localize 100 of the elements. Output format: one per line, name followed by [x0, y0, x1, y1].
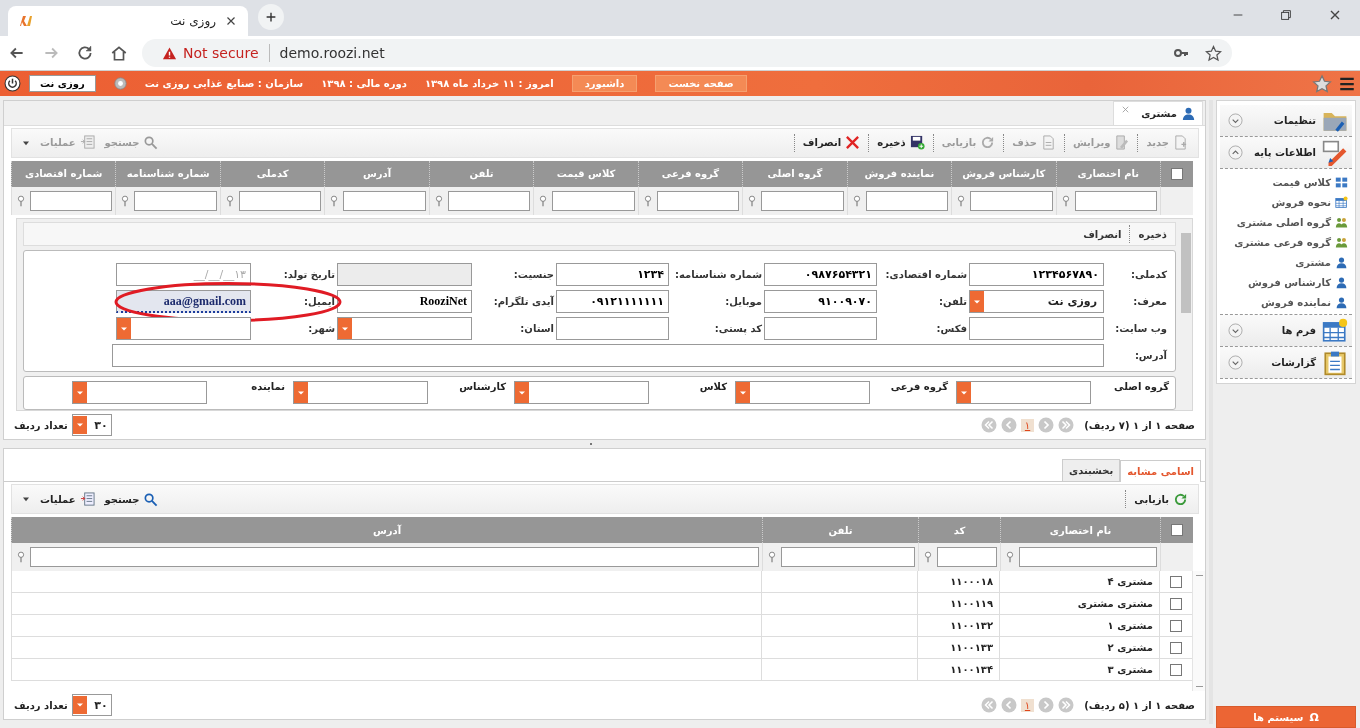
tab-label: مشتری	[1141, 107, 1177, 119]
menu-item[interactable]: کلاس قیمت	[1224, 172, 1348, 192]
user-button[interactable]: روزی نت	[29, 75, 96, 92]
address-field[interactable]	[112, 344, 1104, 368]
toolbar-button[interactable]: عملیات	[38, 491, 97, 507]
row-checkbox[interactable]	[1170, 663, 1182, 676]
address-field[interactable]: Not secure demo.roozi.net	[142, 39, 1232, 67]
field-label: معرف:	[1132, 296, 1168, 308]
info-text: امروز : ۱۱ خرداد ماه ۱۳۹۸	[424, 78, 554, 89]
row-checkbox[interactable]	[1170, 641, 1182, 654]
chevron-up-icon[interactable]	[1228, 145, 1243, 160]
chevron-down-icon[interactable]	[1228, 113, 1243, 128]
row-checkbox[interactable]	[1170, 597, 1182, 610]
filter-field[interactable]	[1074, 190, 1157, 211]
previous-page-button[interactable]	[1000, 417, 1017, 434]
input-field[interactable]	[556, 317, 669, 341]
power-icon[interactable]	[4, 75, 21, 92]
field-label: موبایل:	[724, 296, 763, 308]
button-label: سیستم ها	[1253, 711, 1304, 723]
chevron-down-icon[interactable]	[1228, 355, 1243, 370]
reload-icon[interactable]	[76, 44, 94, 62]
browser-tab[interactable]: روزی نت	[8, 6, 248, 36]
filter-field[interactable]	[343, 190, 426, 211]
filter-icon[interactable]	[922, 551, 934, 563]
select-field[interactable]	[337, 317, 472, 341]
first-page-button[interactable]	[980, 697, 997, 713]
input-field[interactable]	[969, 317, 1104, 341]
tab[interactable]: مشتری	[1113, 101, 1203, 125]
input-field[interactable]: ۱۲۳۴۵۶۷۸۹۰	[969, 263, 1104, 287]
filter-icon[interactable]	[15, 551, 27, 563]
select-all-checkbox[interactable]	[1171, 524, 1183, 536]
select-field[interactable]	[514, 381, 649, 405]
filter-icon[interactable]	[15, 194, 27, 207]
menu-item[interactable]: کارشناس فروش	[1224, 272, 1348, 292]
filter-field[interactable]	[656, 190, 740, 211]
select-field[interactable]	[72, 381, 207, 405]
row-checkbox[interactable]	[1170, 619, 1182, 632]
previous-page-button[interactable]	[1000, 697, 1017, 713]
last-page-button[interactable]	[1058, 417, 1075, 434]
filter-field[interactable]	[937, 547, 997, 567]
filter-field[interactable]	[238, 190, 322, 211]
toolbar-button[interactable]: بازیابی	[1132, 491, 1190, 507]
menu-section[interactable]: گزارشات	[1220, 347, 1352, 379]
select-all-checkbox[interactable]	[1171, 167, 1183, 180]
select-field[interactable]	[116, 317, 251, 341]
star-icon[interactable]	[1312, 73, 1332, 94]
filter-field[interactable]	[30, 547, 759, 567]
select-field[interactable]: روزی نت	[969, 290, 1104, 314]
filter-field[interactable]	[865, 190, 949, 211]
next-page-button[interactable]	[1038, 417, 1055, 434]
select-field[interactable]	[956, 381, 1091, 405]
toolbar-button[interactable]: انصراف	[800, 135, 863, 151]
last-page-button[interactable]	[1058, 697, 1075, 713]
action-button[interactable]: ذخیره	[1138, 228, 1167, 240]
filter-field[interactable]	[447, 190, 531, 211]
input-field[interactable]: RooziNet	[337, 290, 472, 314]
toolbar-button[interactable]: جستجو	[102, 491, 161, 507]
filter-field[interactable]	[970, 190, 1053, 211]
menu-item[interactable]: نحوه فروش	[1224, 192, 1348, 212]
action-button[interactable]: انصراف	[1083, 228, 1122, 240]
first-page-button[interactable]	[980, 417, 997, 434]
page-size-select[interactable]: ۳۰	[71, 694, 112, 716]
select-field[interactable]	[735, 381, 870, 405]
input-field[interactable]: ۰۹۸۷۶۵۴۳۲۱	[764, 263, 877, 287]
menu-section[interactable]: تنظیمات	[1220, 105, 1352, 137]
menu-section[interactable]: فرم ها	[1220, 315, 1352, 347]
row-checkbox[interactable]	[1170, 575, 1182, 588]
toolbar-button[interactable]: ذخیره	[875, 135, 927, 151]
new-tab-button[interactable]	[258, 3, 284, 30]
restore-icon[interactable]	[1279, 8, 1293, 22]
star-icon[interactable]	[1205, 44, 1222, 62]
input-field[interactable]	[764, 317, 877, 341]
filter-field[interactable]	[552, 190, 635, 211]
filter-field[interactable]	[134, 190, 217, 211]
menu-item[interactable]: گروه فرعی مشتری	[1224, 232, 1348, 252]
field-label: کد پستی:	[713, 323, 763, 335]
menu-item[interactable]: نماینده فروش	[1224, 292, 1348, 312]
tab[interactable]: بخشبندی	[1062, 459, 1121, 481]
menu-section[interactable]: اطلاعات پایه	[1220, 137, 1352, 169]
select-field[interactable]	[293, 381, 428, 405]
input-field[interactable]: aaa@gmail.com	[116, 290, 251, 314]
input-field[interactable]: ۱۳__/__/__	[116, 263, 251, 287]
page-size-select[interactable]: ۳۰	[71, 414, 112, 437]
filter-icon[interactable]	[766, 551, 778, 563]
next-page-button[interactable]	[1038, 697, 1055, 713]
filter-field[interactable]	[781, 547, 915, 567]
home-icon[interactable]	[110, 44, 128, 62]
input-field[interactable]: ۹۱۰۰۹۰۷۰	[764, 290, 877, 314]
scrollbar[interactable]	[1192, 571, 1205, 691]
input-field[interactable]: ۱۲۳۴	[556, 263, 669, 287]
circle-icon[interactable]	[113, 77, 127, 90]
input-field[interactable]: ۰۹۱۲۱۱۱۱۱۱۱	[556, 290, 669, 314]
chevron-down-icon[interactable]	[1228, 323, 1243, 338]
filter-field[interactable]	[761, 190, 844, 211]
filter-icon[interactable]	[1004, 551, 1016, 563]
menu-item[interactable]: مشتری	[1224, 252, 1348, 272]
tab[interactable]: اسامی مشابه	[1120, 460, 1201, 482]
filter-field[interactable]	[30, 190, 113, 211]
filter-field[interactable]	[1019, 547, 1157, 567]
menu-item[interactable]: گروه اصلی مشتری	[1224, 212, 1348, 232]
